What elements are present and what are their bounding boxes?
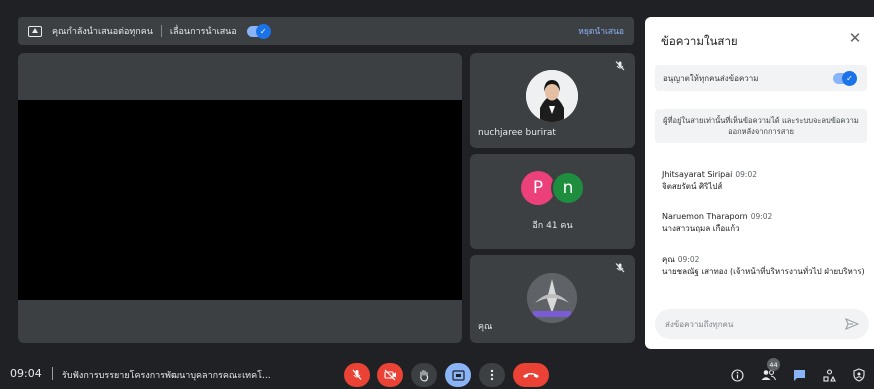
message-text: นางสาวนฤมล เกือแก้ว — [662, 224, 740, 233]
chat-title: ข้อความในสาย — [661, 34, 738, 48]
check-icon: ✓ — [255, 23, 271, 39]
more-participants-tile[interactable]: P n อีก 41 คน — [470, 154, 635, 249]
close-icon[interactable]: ✕ — [847, 30, 863, 46]
presenting-status: คุณกำลังนำเสนอต่อทุกคน — [52, 27, 153, 37]
profile-photo-icon — [526, 70, 578, 122]
avatar-p: P — [521, 171, 555, 205]
chat-button[interactable] — [790, 366, 808, 384]
shared-screen — [18, 100, 462, 300]
mic-off-icon — [615, 61, 625, 71]
message-text: จิตสยรัตน์ ศิริไปส์ — [662, 182, 723, 191]
host-controls-button[interactable] — [850, 366, 868, 384]
present-screen-icon — [451, 369, 465, 381]
mic-off-icon — [352, 369, 362, 380]
presenting-bar: คุณกำลังนำเสนอต่อทุกคน เลื่อนการนำเสนอ ✓… — [18, 17, 634, 45]
message-sender: คุณ — [662, 255, 675, 264]
participant-tile-nuchjaree[interactable]: nuchjaree burirat — [470, 53, 635, 148]
leave-call-button[interactable] — [513, 363, 549, 387]
present-now-button[interactable] — [445, 363, 471, 387]
chat-message: Jhitsayarat Siripai 09:02 จิตสยรัตน์ ศิริ… — [662, 169, 872, 193]
message-text: นายชลณัฐ เสาทอง (เจ้าหน้าที่บริหารงานทั่… — [662, 267, 865, 276]
info-icon — [730, 368, 744, 382]
stop-presenting-button[interactable]: หยุดนำเสนอ — [578, 24, 624, 38]
more-options-button[interactable] — [479, 363, 505, 387]
present-icon — [28, 25, 42, 37]
meet-window: คุณกำลังนำเสนอต่อทุกคน เลื่อนการนำเสนอ ✓… — [0, 0, 874, 389]
avatar-n: n — [551, 171, 585, 205]
allow-messages-toggle[interactable]: ✓ — [833, 71, 857, 86]
raise-hand-button[interactable] — [411, 363, 437, 387]
more-participants-count: อีก 41 คน — [532, 221, 573, 231]
message-sender: Naruemon Tharaporn — [662, 212, 748, 221]
clock: 09:04 — [10, 367, 42, 380]
camera-toggle-button[interactable] — [377, 363, 403, 387]
call-end-icon — [523, 373, 539, 378]
divider — [160, 25, 162, 37]
chat-message: คุณ 09:02 นายชลณัฐ เสาทอง (เจ้าหน้าที่บริ… — [662, 254, 872, 278]
message-time: 09:02 — [735, 170, 758, 179]
chat-panel: ข้อความในสาย ✕ อนุญาตให้ทุกคนส่งข้อความ … — [645, 17, 874, 349]
mic-toggle-button[interactable] — [344, 363, 370, 387]
divider — [52, 367, 53, 380]
participant-name: nuchjaree burirat — [478, 128, 556, 138]
participant-tile-you[interactable]: คุณ — [470, 255, 635, 343]
check-icon: ✓ — [842, 71, 857, 86]
follow-label: เลื่อนการนำเสนอ — [169, 27, 237, 37]
logo-emblem-icon — [527, 273, 577, 323]
chat-input[interactable] — [655, 309, 869, 339]
chat-icon — [793, 369, 805, 381]
bottom-bar: 09:04 รับฟังการบรรยายโครงการพัฒนาบุคลากร… — [0, 355, 874, 389]
avatar — [526, 70, 578, 122]
follow-toggle[interactable]: ✓ — [246, 23, 271, 39]
allow-messages-row: อนุญาตให้ทุกคนส่งข้อความ ✓ — [655, 65, 867, 91]
send-icon[interactable] — [845, 317, 859, 331]
presentation-tile[interactable] — [18, 53, 462, 343]
host-controls-icon — [853, 368, 865, 382]
participant-count-badge: 44 — [767, 358, 780, 371]
raise-hand-icon — [420, 369, 429, 382]
message-time: 09:02 — [677, 255, 700, 264]
message-sender: Jhitsayarat Siripai — [662, 170, 733, 179]
participant-name: คุณ — [478, 322, 493, 332]
activities-icon — [822, 368, 836, 382]
meeting-details-button[interactable] — [728, 366, 746, 384]
mic-off-icon — [615, 263, 625, 273]
camera-off-icon — [383, 369, 396, 381]
message-time: 09:02 — [750, 212, 773, 221]
activities-button[interactable] — [820, 366, 838, 384]
chat-message: Naruemon Tharaporn 09:02 นางสาวนฤมล เกือแ… — [662, 211, 872, 235]
meeting-title: รับฟังการบรรยายโครงการพัฒนาบุคลากรคณะเทค… — [62, 371, 271, 381]
more-vert-icon — [490, 369, 494, 381]
chat-notice: ผู้ที่อยู่ในสายเท่านั้นที่เห็นข้อความได้… — [655, 109, 867, 143]
organization-logo-icon — [527, 273, 577, 323]
allow-messages-label: อนุญาตให้ทุกคนส่งข้อความ — [663, 73, 759, 83]
